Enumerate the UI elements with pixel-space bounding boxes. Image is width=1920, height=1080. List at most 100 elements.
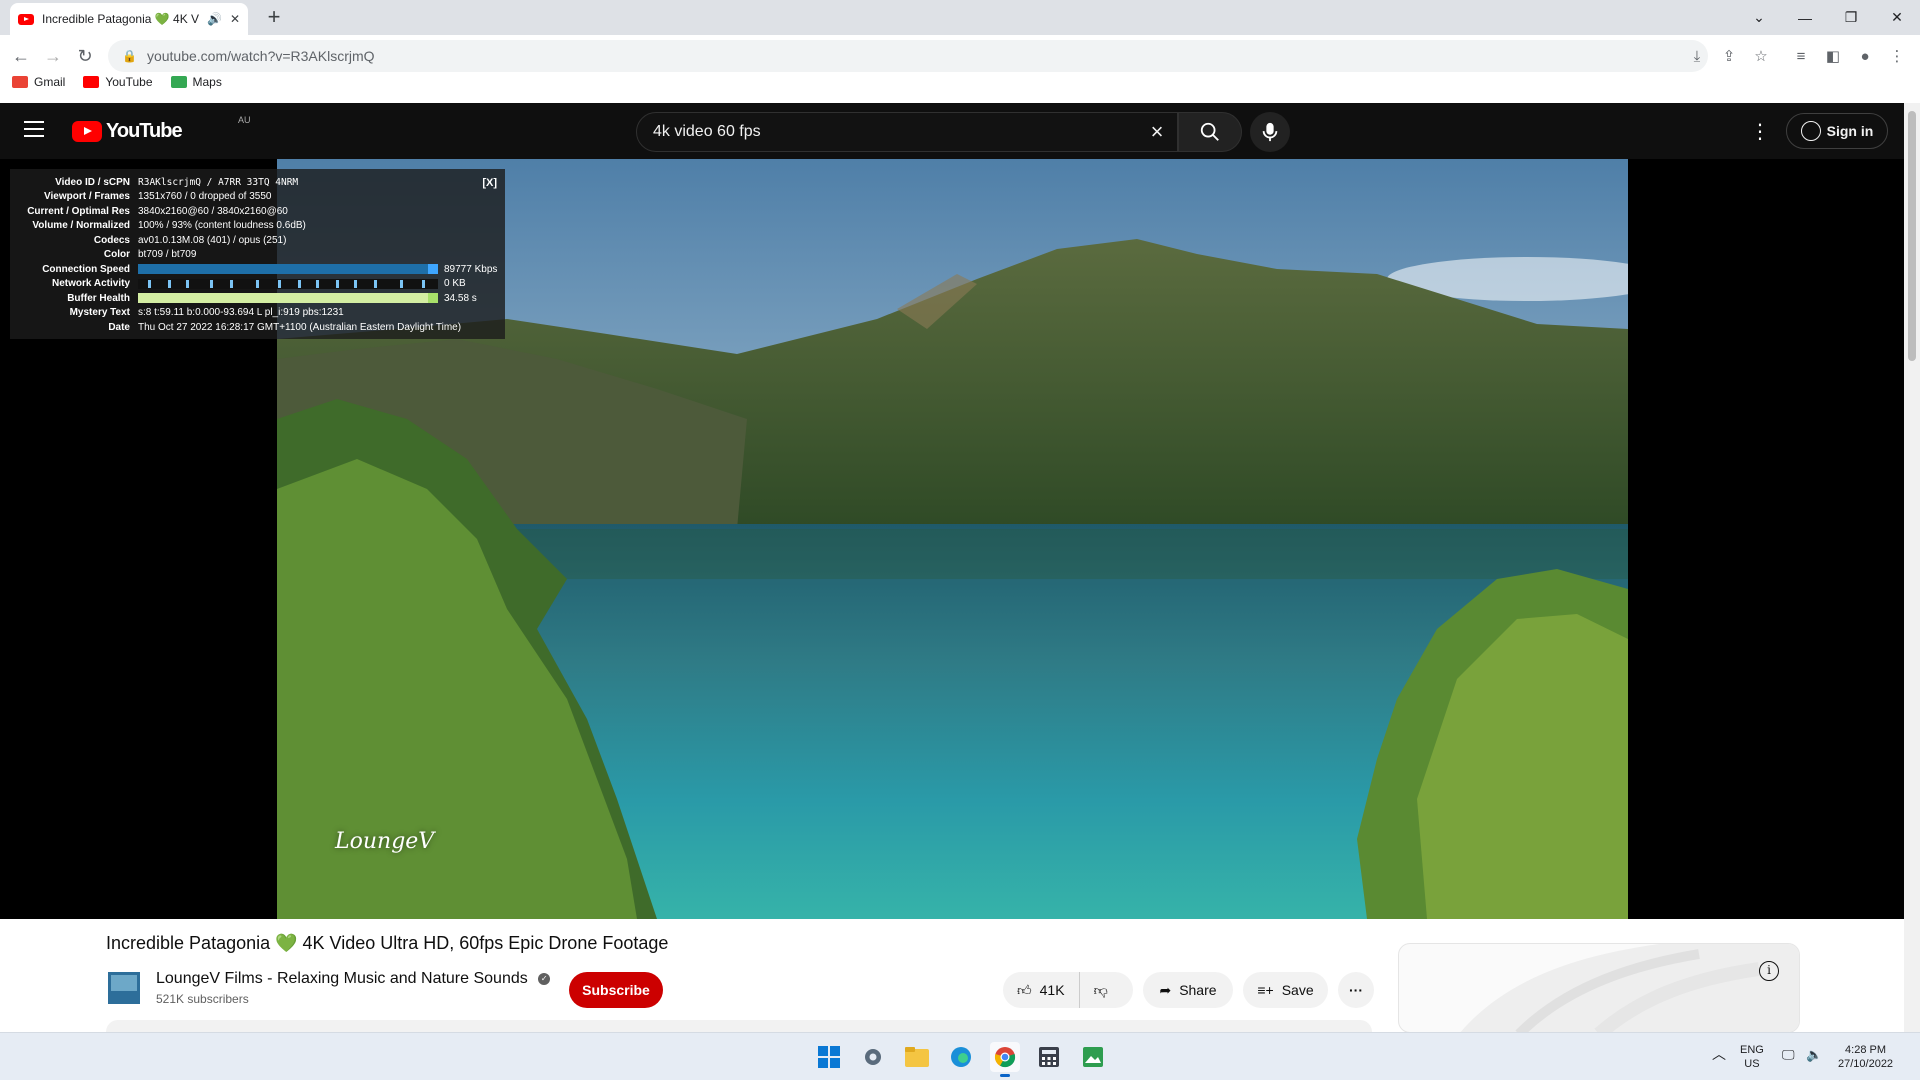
bookmark-label: Gmail [34,75,66,89]
stats-key: Viewport / Frames [44,191,130,203]
address-bar[interactable]: 🔒 youtube.com/watch?v=R3AKlscrjmQ [108,40,1708,72]
clock[interactable]: 4:28 PM 27/10/2022 [1838,1043,1893,1071]
share-label: Share [1179,982,1217,998]
youtube-favicon-icon [18,13,34,25]
calculator-icon[interactable] [1034,1042,1064,1072]
channel-watermark: LoungeV [335,829,435,854]
bookmark-star-icon[interactable]: ☆ [1746,41,1776,71]
reload-button[interactable]: ↻ [70,41,100,71]
forward-button[interactable]: → [38,41,68,71]
ad-card[interactable]: i [1398,943,1800,1033]
stats-key: Current / Optimal Res [27,205,130,217]
share-button[interactable]: ➦ Share [1143,972,1233,1008]
stats-close-button[interactable]: [X] [482,177,497,189]
video-title: Incredible Patagonia 💚 4K Video Ultra HD… [106,933,669,953]
new-tab-button[interactable]: + [260,4,288,32]
tab-search-chevron-icon[interactable]: ⌄ [1736,0,1782,35]
voice-search-button[interactable] [1250,112,1290,152]
back-button[interactable]: ← [6,41,36,71]
search-box[interactable]: 4k video 60 fps × [636,112,1178,152]
more-actions-button[interactable]: ··· [1338,972,1374,1008]
edge-icon[interactable] [946,1042,976,1072]
stats-for-nerds-panel: [X] Video ID / sCPN R3AKlscrjmQ / A7RR 33… [10,169,505,339]
clock-time: 4:28 PM [1845,1044,1887,1056]
stats-value: 34.58 s [444,292,477,304]
channel-avatar[interactable] [108,972,140,1004]
share-arrow-icon: ➦ [1159,981,1172,998]
tab-close-icon[interactable]: ✕ [230,12,240,26]
sign-in-label: Sign in [1826,123,1874,139]
stats-row: Date Thu Oct 27 2022 16:28:17 GMT+1100 (A… [18,320,497,335]
stats-row: Connection Speed 89777 Kbps [18,262,497,277]
minimize-button[interactable]: — [1782,0,1828,35]
youtube-masthead: YouTube AU 4k video 60 fps × ⋮ Sign in [0,103,1904,159]
lock-icon[interactable]: 🔒 [122,49,137,63]
sign-in-button[interactable]: Sign in [1786,113,1888,149]
stats-value: R3AKlscrjmQ / A7RR 33TQ 4NRM [138,176,299,188]
dislike-button[interactable]: 👎︎ [1080,982,1122,999]
address-url[interactable]: youtube.com/watch?v=R3AKlscrjmQ [147,48,375,64]
bookmark-maps[interactable]: Maps [170,75,222,89]
install-app-icon[interactable]: ⤓ [1682,41,1712,71]
maps-icon [170,76,187,88]
search-input[interactable]: 4k video 60 fps [653,123,1137,141]
side-panel-icon[interactable]: ◧ [1818,41,1848,71]
show-hidden-icons-icon[interactable]: ︿ [1712,1047,1726,1061]
stats-row: Network Activity 0 KB [18,277,497,292]
language-indicator[interactable]: ENG US [1740,1043,1764,1071]
volume-icon[interactable]: 🔈 [1806,1048,1822,1062]
settings-icon[interactable] [858,1042,888,1072]
search-icon [1200,122,1219,141]
connection-speed-bar [138,264,438,275]
save-button[interactable]: ≡+ Save [1243,972,1328,1008]
settings-menu-icon[interactable]: ⋮ [1748,119,1772,144]
browser-tab[interactable]: Incredible Patagonia 💚 4K Vi 🔊 ✕ [10,3,248,35]
tab-title: Incredible Patagonia 💚 4K Vi [42,12,199,26]
youtube-logo[interactable]: YouTube AU [72,115,251,143]
save-label: Save [1281,982,1314,998]
subscribe-button[interactable]: Subscribe [569,972,663,1008]
bookmark-label: YouTube [105,75,153,89]
stats-value: 3840x2160@60 / 3840x2160@60 [138,205,288,217]
network-icon[interactable]: 🖵 [1782,1048,1795,1062]
bookmark-youtube[interactable]: YouTube [83,75,153,89]
stats-value: 100% / 93% (content loudness 0.6dB) [138,220,306,232]
share-page-icon[interactable]: ⇪ [1714,41,1744,71]
channel-info: LoungeV Films - Relaxing Music and Natur… [108,970,551,1006]
file-explorer-icon[interactable] [902,1042,932,1072]
windows-start-icon[interactable] [814,1042,844,1072]
stats-value: bt709 / bt709 [138,249,197,261]
profile-avatar-icon[interactable]: ● [1850,41,1880,71]
clear-search-icon[interactable]: × [1137,119,1177,145]
photos-icon[interactable] [1078,1042,1108,1072]
media-control-icon[interactable]: ≡ [1786,41,1816,71]
tab-audio-icon[interactable]: 🔊 [207,12,222,26]
description-box[interactable] [106,1020,1372,1032]
bookmark-gmail[interactable]: Gmail [12,75,65,89]
scrollbar-thumb[interactable] [1908,111,1916,361]
chrome-icon[interactable] [990,1042,1020,1077]
restore-button[interactable]: ❐ [1828,0,1874,35]
window-close-button[interactable]: ✕ [1874,0,1920,35]
windows-taskbar: ︿ ENG US 🖵 🔈 4:28 PM 27/10/2022 [0,1032,1920,1080]
like-button[interactable]: 👍︎ 41K [1003,972,1080,1008]
stats-row: Codecs av01.0.13M.08 (401) / opus (251) [18,233,497,248]
stats-key: Connection Speed [42,263,130,275]
guide-menu-icon[interactable] [24,121,44,137]
info-icon[interactable]: i [1759,961,1779,981]
bookmark-label: Maps [192,75,222,89]
stats-value: 1351x760 / 0 dropped of 3550 [138,191,272,203]
stats-key: Video ID / sCPN [55,176,130,188]
page-scrollbar[interactable] [1904,103,1920,1032]
like-count: 41K [1039,982,1065,998]
search-button[interactable] [1178,112,1242,152]
language-code: ENG [1740,1044,1764,1056]
stats-row: Volume / Normalized 100% / 93% (content l… [18,219,497,234]
channel-name[interactable]: LoungeV Films - Relaxing Music and Natur… [156,970,528,987]
subscriber-count: 521K subscribers [156,992,249,1006]
keyboard-region: US [1744,1058,1760,1070]
browser-menu-icon[interactable]: ⋮ [1882,41,1912,71]
microphone-icon [1262,122,1278,142]
stats-row: Video ID / sCPN R3AKlscrjmQ / A7RR 33TQ 4… [18,175,497,190]
video-player[interactable]: LoungeV [X] Video ID / sCPN R3AKlscrjmQ /… [0,159,1904,919]
